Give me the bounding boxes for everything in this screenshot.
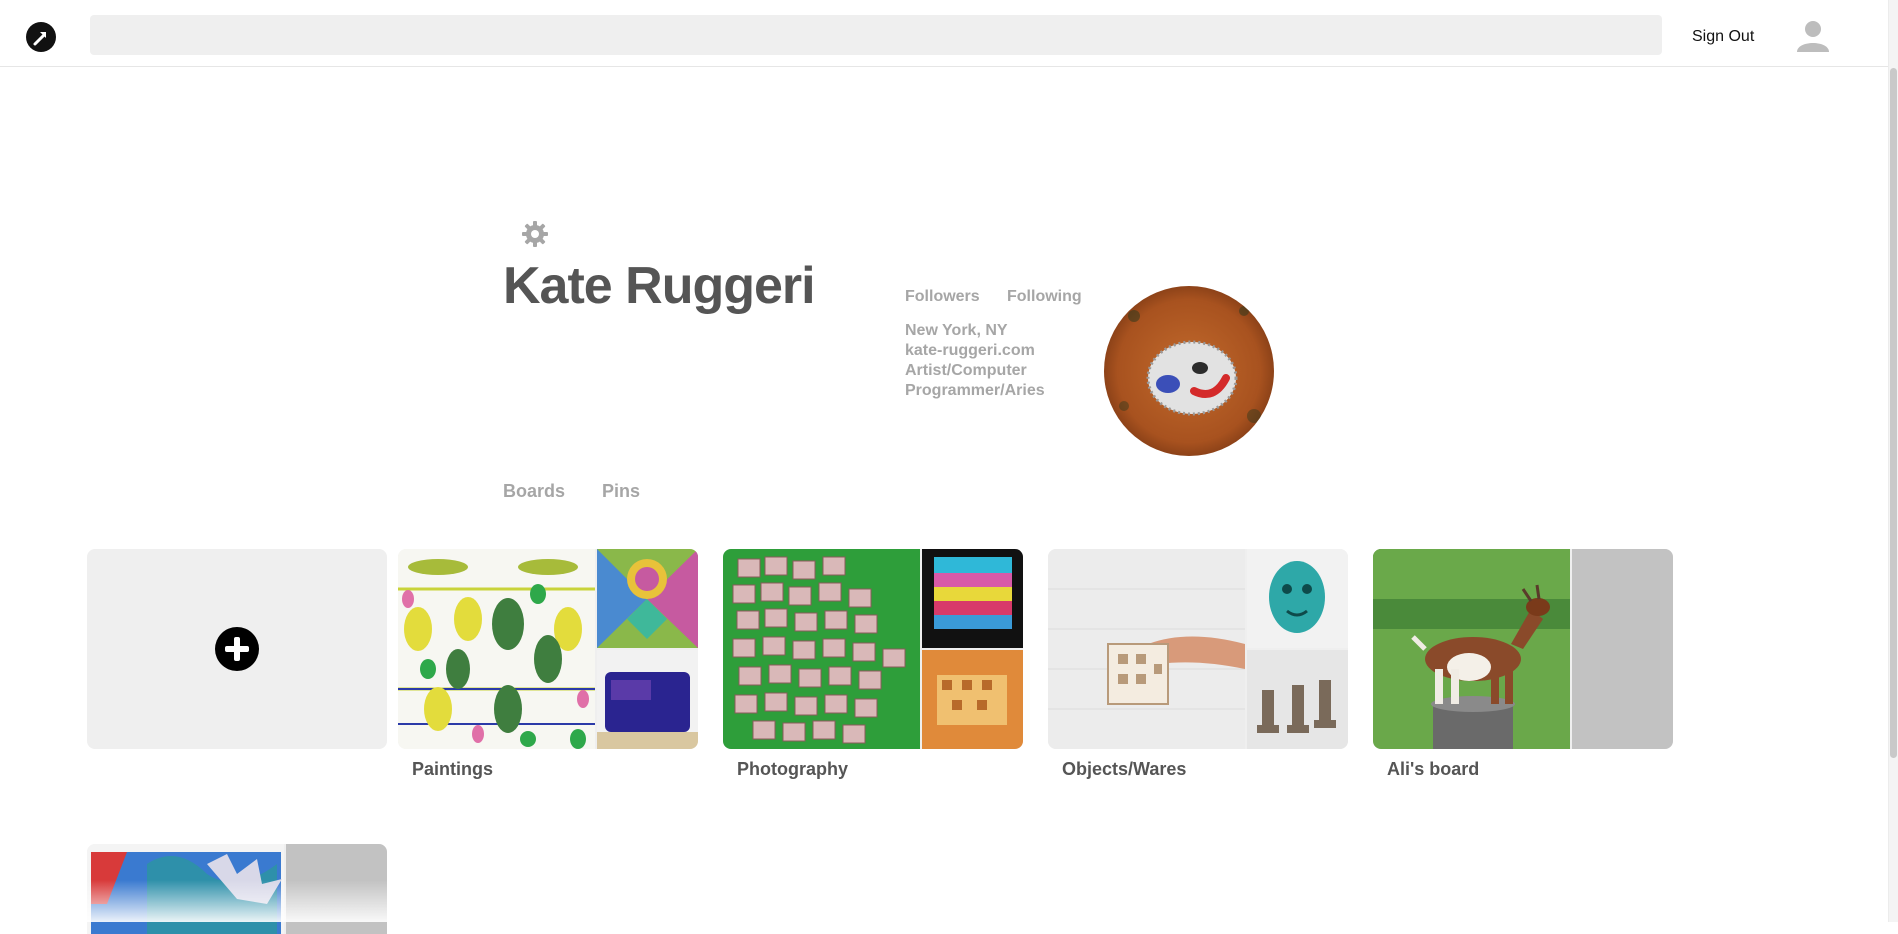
board-title[interactable]: Ali's board [1387,759,1479,780]
profile-location: New York, NY [905,322,1008,339]
profile-picture [1104,286,1274,456]
board-card-photography[interactable] [723,549,1023,749]
tab-pins[interactable]: Pins [602,481,640,502]
board-thumbnail [597,549,698,648]
board-card-alis-board[interactable] [1373,549,1673,749]
board-thumbnail [1247,650,1348,749]
board-title[interactable]: Photography [737,759,848,780]
gear-icon[interactable] [522,221,548,247]
board-cover-image [87,844,284,934]
board-thumbnail [597,650,698,749]
profile-website[interactable]: kate-ruggeri.com [905,341,1055,361]
board-thumbnail-placeholder [1572,549,1673,749]
sign-out-link[interactable]: Sign Out [1692,28,1754,46]
tab-boards[interactable]: Boards [503,481,565,502]
board-thumbnail [922,650,1023,749]
board-title[interactable]: Objects/Wares [1062,759,1186,780]
board-card-objects-wares[interactable] [1048,549,1348,749]
scrollbar-thumb[interactable] [1890,68,1897,758]
user-avatar-icon[interactable] [1795,18,1831,52]
top-navigation-bar: Sign Out [0,0,1898,67]
board-cover-image [723,549,920,749]
board-cover-image [1048,549,1245,749]
board-thumbnail [1247,549,1348,648]
board-card-paintings[interactable] [398,549,698,749]
followers-link[interactable]: Followers [905,288,980,306]
board-title[interactable]: Paintings [412,759,493,780]
profile-info: New York, NY kate-ruggeri.com Artist/Com… [905,321,1055,401]
profile-name: Kate Ruggeri [503,257,816,315]
board-card[interactable] [87,844,387,934]
add-board-button[interactable] [87,549,387,749]
board-thumbnail-placeholder [286,844,387,934]
profile-bio: Artist/Computer Programmer/Aries [905,362,1045,399]
board-cover-image [1373,549,1570,749]
logo-icon[interactable] [26,22,56,52]
board-cover-image [398,549,595,749]
following-link[interactable]: Following [1007,288,1082,306]
plus-circle-icon [215,627,259,671]
search-input[interactable] [90,15,1662,55]
board-thumbnail [922,549,1023,648]
